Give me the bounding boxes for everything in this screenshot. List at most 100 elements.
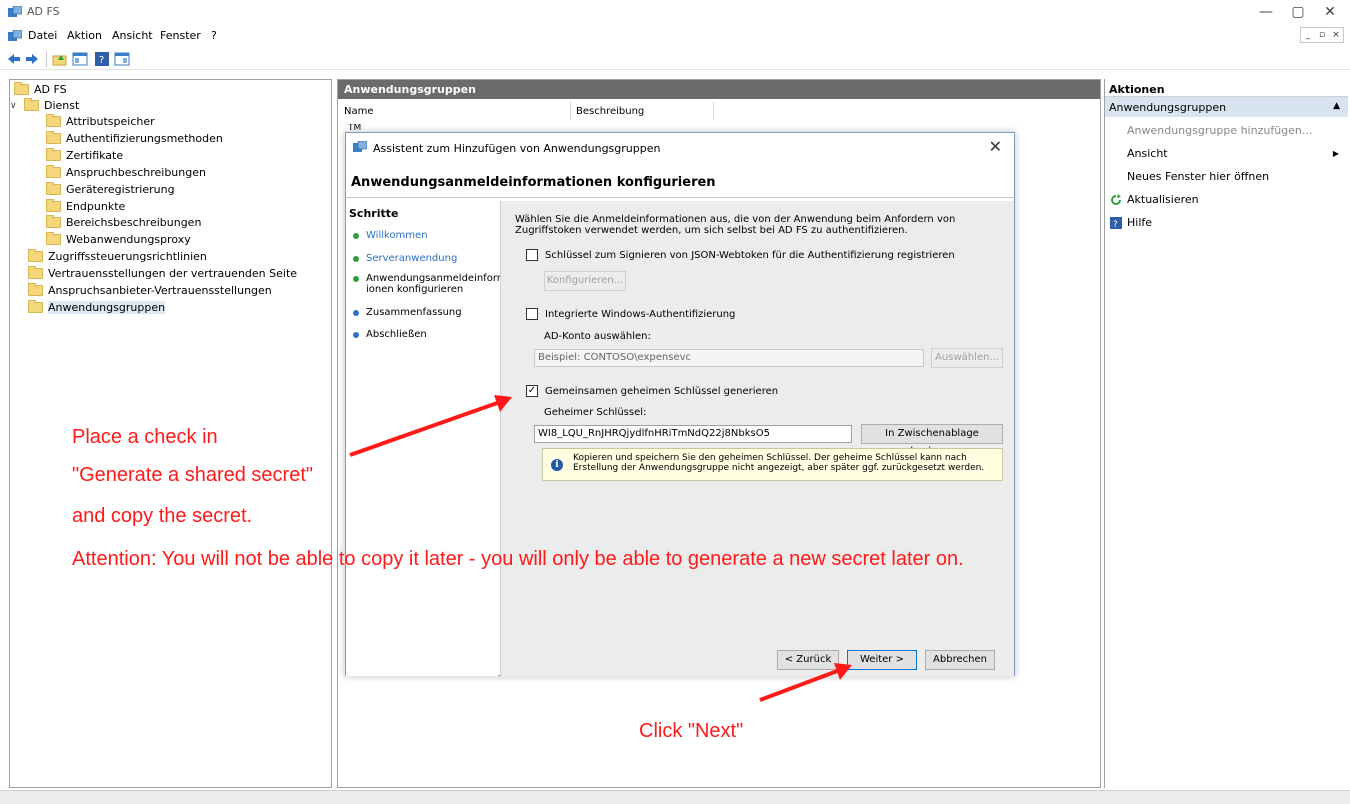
column-separator[interactable] xyxy=(713,102,714,120)
heading-divider xyxy=(346,197,1014,198)
toolbar: ? xyxy=(0,48,1350,70)
column-name[interactable]: Name xyxy=(344,106,374,117)
tree-item-anspruchsanbieter[interactable]: Anspruchsanbieter-Vertrauensstellungen xyxy=(28,282,272,299)
tree-item-webanwendungsproxy[interactable]: Webanwendungsproxy xyxy=(46,231,191,248)
info-icon: i xyxy=(551,459,563,471)
tree-item-zugriffssteuerungsrichtlinien[interactable]: Zugriffssteuerungsrichtlinien xyxy=(28,248,207,265)
help-icon: ? xyxy=(1110,217,1122,229)
menu-help[interactable]: ? xyxy=(211,29,217,42)
cancel-button[interactable]: Abbrechen xyxy=(925,650,995,670)
folder-icon xyxy=(28,283,43,296)
step-willkommen[interactable]: Willkommen xyxy=(353,230,499,241)
dialog-titlebar: Assistent zum Hinzufügen von Anwendungsg… xyxy=(346,133,1014,161)
secret-value-input[interactable]: WI8_LQU_RnJHRQjydlfnHRiTmNdQ22j8NbksO5 xyxy=(534,425,852,443)
up-folder-icon[interactable] xyxy=(52,51,68,67)
step-anwendungsanmeldeinformationen: Anwendungsanmeldeinformat ionen konfigur… xyxy=(353,273,517,295)
tree-item-anspruchbeschreibungen[interactable]: Anspruchbeschreibungen xyxy=(46,164,206,181)
dialog-close-icon[interactable]: ✕ xyxy=(989,137,1002,156)
wizard-steps: Schritte Willkommen Serveranwendung Anwe… xyxy=(346,203,517,676)
jwt-key-checkbox-row[interactable]: Schlüssel zum Signieren von JSON-Webtoke… xyxy=(526,249,955,261)
ad-account-input: Beispiel: CONTOSO\expensevc xyxy=(534,349,924,367)
column-separator[interactable] xyxy=(570,102,571,120)
menu-ansicht[interactable]: Ansicht xyxy=(112,29,153,42)
info-message: i Kopieren und speichern Sie den geheime… xyxy=(542,448,1003,481)
help-toolbar-icon[interactable]: ? xyxy=(94,51,110,67)
menu-aktion[interactable]: Aktion xyxy=(67,29,102,42)
step-abschliessen: Abschließen xyxy=(353,329,499,340)
step-label: Anwendungsanmeldeinformat ionen konfigur… xyxy=(366,273,517,295)
mdi-controls: _ ▫ × xyxy=(1300,27,1344,43)
action-new-window[interactable]: Neues Fenster hier öffnen xyxy=(1105,167,1345,187)
jwt-key-label: Schlüssel zum Signieren von JSON-Webtoke… xyxy=(545,249,955,261)
action-label: Hilfe xyxy=(1127,216,1153,229)
action-view[interactable]: Ansicht ▶ xyxy=(1105,144,1345,164)
tree-item-bereichsbeschreibungen[interactable]: Bereichsbeschreibungen xyxy=(46,214,201,231)
windows-auth-checkbox[interactable] xyxy=(526,308,538,320)
tree-item-zertifikate[interactable]: Zertifikate xyxy=(46,147,123,164)
folder-icon xyxy=(24,98,39,111)
tree-item-vertrauensstellungen[interactable]: Vertrauensstellungen der vertrauenden Se… xyxy=(28,265,297,282)
mdi-close-icon[interactable]: × xyxy=(1329,28,1343,42)
column-beschreibung[interactable]: Beschreibung xyxy=(576,106,644,117)
step-status-dot xyxy=(353,332,359,338)
tree-item-dienst[interactable]: ∨ Dienst xyxy=(10,97,79,114)
toolbar-divider xyxy=(46,51,47,67)
annotation-line-1: Place a check in xyxy=(72,426,218,448)
actions-section-header[interactable]: Anwendungsgruppen ▲ xyxy=(1105,97,1348,117)
tree-item-attributspeicher[interactable]: Attributspeicher xyxy=(46,113,155,130)
step-label: Willkommen xyxy=(366,230,428,241)
mdi-minimize-icon[interactable]: _ xyxy=(1301,28,1315,42)
back-button[interactable]: < Zurück xyxy=(777,650,839,670)
tree-item-adfs[interactable]: AD FS xyxy=(14,81,67,98)
window-title: AD FS xyxy=(27,5,60,18)
folder-icon xyxy=(14,82,29,95)
dialog-heading: Anwendungsanmeldeinformationen konfiguri… xyxy=(351,175,716,190)
forward-arrow-icon[interactable] xyxy=(24,51,40,67)
tree-item-authentifizierungsmethoden[interactable]: Authentifizierungsmethoden xyxy=(46,130,223,147)
wizard-icon xyxy=(353,141,367,152)
tree-item-geraeteregistrierung[interactable]: Geräteregistrierung xyxy=(46,181,175,198)
folder-icon xyxy=(46,199,61,212)
back-arrow-icon[interactable] xyxy=(6,51,22,67)
mdi-restore-icon[interactable]: ▫ xyxy=(1315,28,1329,42)
add-application-group-wizard: Assistent zum Hinzufügen von Anwendungsg… xyxy=(345,132,1015,676)
annotation-line-3: and copy the secret. xyxy=(72,505,253,527)
chevron-down-icon[interactable]: ∨ xyxy=(10,101,22,111)
collapse-up-icon[interactable]: ▲ xyxy=(1333,101,1340,111)
info-text: Kopieren und speichern Sie den geheimen … xyxy=(573,453,985,473)
adfs-menu-icon xyxy=(8,30,22,41)
folder-icon xyxy=(46,148,61,161)
step-status-dot xyxy=(353,256,359,262)
results-row-partial[interactable]: TM xyxy=(348,124,361,132)
action-refresh[interactable]: Aktualisieren xyxy=(1105,190,1345,210)
folder-icon xyxy=(46,182,61,195)
action-label: Anwendungsgruppe hinzufügen... xyxy=(1127,124,1313,137)
tree-item-endpunkte[interactable]: Endpunkte xyxy=(46,198,125,215)
folder-icon xyxy=(46,232,61,245)
folder-icon xyxy=(46,165,61,178)
folder-icon xyxy=(46,131,61,144)
steps-title: Schritte xyxy=(349,207,399,220)
menu-fenster[interactable]: Fenster xyxy=(160,29,201,42)
ad-account-label: AD-Konto auswählen: xyxy=(544,331,651,342)
action-help[interactable]: ? Hilfe xyxy=(1105,213,1345,233)
copy-to-clipboard-button[interactable]: In Zwischenablage kopieren xyxy=(861,424,1003,457)
menu-datei[interactable]: Datei xyxy=(28,29,57,42)
actions-title: Aktionen xyxy=(1105,79,1348,97)
close-window-button[interactable]: ✕ xyxy=(1310,2,1350,22)
actions-section-label: Anwendungsgruppen xyxy=(1109,101,1227,114)
step-serveranwendung[interactable]: Serveranwendung xyxy=(353,253,499,264)
results-header: Anwendungsgruppen xyxy=(338,80,1100,99)
step-label: Zusammenfassung xyxy=(366,307,462,318)
jwt-key-checkbox[interactable] xyxy=(526,249,538,261)
show-hide-tree-icon[interactable] xyxy=(72,51,88,67)
shared-secret-checkbox-row[interactable]: ✓ Gemeinsamen geheimen Schlüssel generie… xyxy=(526,385,778,397)
windows-auth-checkbox-row[interactable]: Integrierte Windows-Authentifizierung xyxy=(526,308,735,320)
tree-item-anwendungsgruppen[interactable]: Anwendungsgruppen xyxy=(28,299,166,316)
show-hide-action-pane-icon[interactable] xyxy=(114,51,130,67)
action-label: Neues Fenster hier öffnen xyxy=(1127,170,1270,183)
step-status-dot xyxy=(353,310,359,316)
next-button[interactable]: Weiter > xyxy=(847,650,917,670)
step-label: Abschließen xyxy=(366,329,427,340)
shared-secret-checkbox[interactable]: ✓ xyxy=(526,385,538,397)
